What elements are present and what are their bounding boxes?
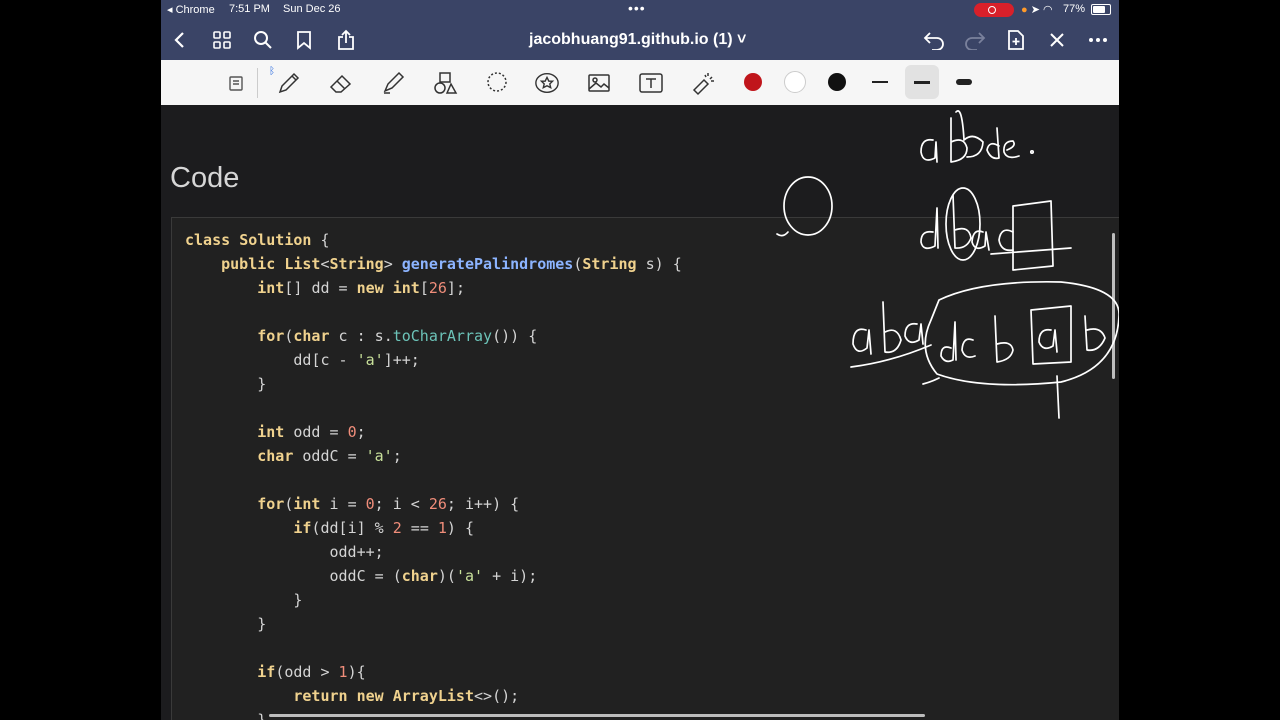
- code-line: return new ArrayList<>();: [293, 687, 520, 705]
- code-line: char oddC = 'a';: [257, 447, 402, 465]
- battery-percent: 77%: [1063, 3, 1086, 15]
- system-icons: ● ➤ ◠: [1021, 3, 1053, 16]
- code-line: int odd = 0;: [257, 423, 366, 441]
- back-chevron-icon[interactable]: [168, 28, 192, 52]
- lasso-tool-icon[interactable]: [484, 70, 510, 96]
- code-line: if(odd > 1){: [257, 663, 366, 681]
- search-icon[interactable]: [251, 28, 275, 52]
- document-title[interactable]: jacobhuang91.github.io (1) ˅: [529, 31, 746, 49]
- status-bar: ◂ Chrome 7:51 PM Sun Dec 26 ••• ● ➤ ◠ 77…: [161, 0, 1119, 20]
- wifi-icon: ◠: [1043, 4, 1053, 16]
- thin-stroke-option[interactable]: [872, 81, 888, 83]
- document-page[interactable]: Code class Solution { public List<String…: [161, 105, 1119, 720]
- location-arrow-icon: ➤: [1030, 4, 1040, 16]
- bookmark-icon[interactable]: [292, 28, 316, 52]
- shapes-tool-icon[interactable]: [432, 70, 458, 96]
- pen-tool-icon[interactable]: [276, 70, 302, 96]
- more-options-icon[interactable]: [1086, 28, 1110, 52]
- text-tool-icon[interactable]: [638, 70, 664, 96]
- laser-pointer-icon[interactable]: [690, 70, 716, 96]
- multitasking-dots-icon[interactable]: •••: [628, 1, 646, 15]
- code-line: }: [257, 375, 267, 393]
- battery-fill: [1093, 6, 1106, 13]
- code-line: for(int i = 0; i < 26; i++) {: [257, 495, 520, 513]
- white-color-swatch[interactable]: [784, 71, 806, 93]
- annotation-toolbar: ᛒ: [161, 60, 1119, 106]
- code-listing: class Solution { public List<String> gen…: [185, 228, 682, 720]
- toolbar-divider: [257, 68, 258, 98]
- code-line: for(char c : s.toCharArray()) {: [257, 327, 538, 345]
- pdf-nav-bar: jacobhuang91.github.io (1) ˅: [161, 20, 1119, 60]
- close-markup-icon[interactable]: [1045, 28, 1069, 52]
- eraser-tool-icon[interactable]: [328, 70, 354, 96]
- code-line: dd[c - 'a']++;: [293, 351, 420, 369]
- thick-stroke-option[interactable]: [956, 79, 972, 85]
- code-line: int[] dd = new int[26];: [257, 279, 465, 297]
- code-line: }: [293, 591, 303, 609]
- bluetooth-pencil-icon: ᛒ: [269, 66, 275, 77]
- red-color-swatch[interactable]: [744, 73, 762, 91]
- status-time: 7:51 PM: [229, 3, 270, 15]
- image-tool-icon[interactable]: [586, 70, 612, 96]
- section-heading: Code: [170, 162, 240, 194]
- highlighter-tool-icon[interactable]: [380, 70, 406, 96]
- battery-icon: [1091, 4, 1111, 15]
- sticker-tool-icon[interactable]: [534, 70, 560, 96]
- status-date: Sun Dec 26: [283, 3, 341, 15]
- back-to-app-link[interactable]: ◂ Chrome: [167, 3, 215, 16]
- medium-stroke-option[interactable]: [914, 81, 930, 84]
- code-line: }: [257, 615, 267, 633]
- code-line: public List<String> generatePalindromes(…: [221, 255, 682, 273]
- horizontal-scrollbar[interactable]: [269, 714, 925, 717]
- undo-icon[interactable]: [922, 28, 946, 52]
- code-line: if(dd[i] % 2 == 1) {: [293, 519, 474, 537]
- location-dot-icon: ●: [1021, 4, 1028, 16]
- redo-icon[interactable]: [963, 28, 987, 52]
- vertical-scrollbar[interactable]: [1112, 233, 1115, 379]
- code-line: odd++;: [329, 543, 384, 561]
- code-line: class Solution {: [185, 231, 330, 249]
- screen-recording-icon[interactable]: [974, 3, 1014, 17]
- code-line: oddC = (char)('a' + i);: [329, 567, 538, 585]
- add-page-icon[interactable]: [1004, 28, 1028, 52]
- code-block[interactable]: class Solution { public List<String> gen…: [171, 217, 1119, 720]
- ipad-screen: ◂ Chrome 7:51 PM Sun Dec 26 ••• ● ➤ ◠ 77…: [161, 0, 1119, 720]
- thumbnails-grid-icon[interactable]: [210, 28, 234, 52]
- black-color-swatch[interactable]: [828, 73, 846, 91]
- hand-scroll-icon[interactable]: [224, 70, 250, 96]
- share-icon[interactable]: [334, 28, 358, 52]
